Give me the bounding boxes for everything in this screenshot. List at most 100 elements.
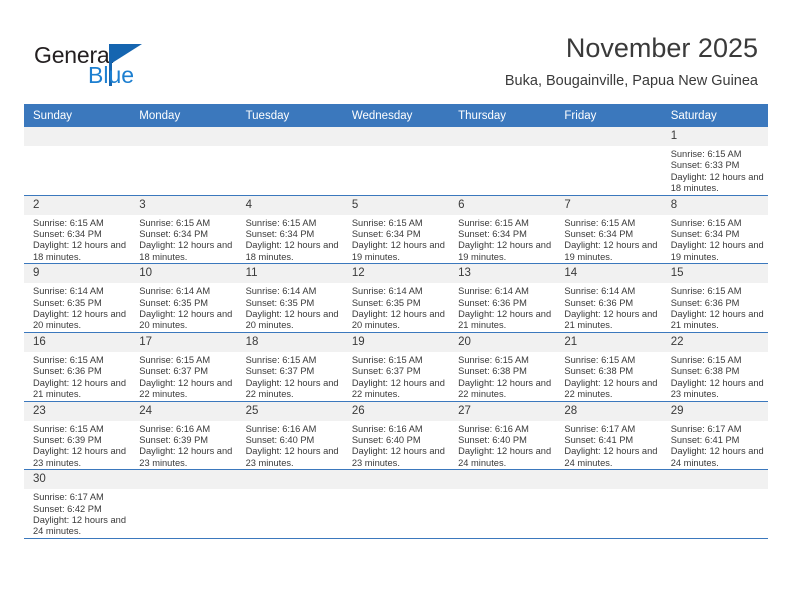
day-number: 30 <box>24 470 131 490</box>
day-details: Sunrise: 6:15 AM Sunset: 6:34 PM Daylight:… <box>662 215 768 264</box>
daylight-text: Daylight: 12 hours and 19 minutes. <box>458 240 552 262</box>
day-number: 19 <box>342 332 450 352</box>
daylight-text: Daylight: 12 hours and 23 minutes. <box>670 377 764 400</box>
daylight-text: Daylight: 12 hours and 20 minutes. <box>139 309 233 331</box>
logo-flag-icon <box>112 44 142 63</box>
calendar-body: 1 Sunrise: 6:15 AM Sunset: 6:33 PM Daylight… <box>24 127 768 539</box>
logo-text-blue: Blue <box>88 62 135 88</box>
calendar-day-cell[interactable]: 15 Sunrise: 6:15 AM Sunset: 6:36 PM Dayligh… <box>661 263 768 333</box>
day-number <box>555 127 662 146</box>
day-details: Sunrise: 6:15 AM Sunset: 6:34 PM Daylight:… <box>24 215 130 264</box>
calendar-day-cell[interactable]: 19 Sunrise: 6:15 AM Sunset: 6:37 PM Dayligh… <box>342 332 450 402</box>
day-cell-inner: 17 Sunrise: 6:15 AM Sunset: 6:37 PM Dayligh… <box>130 332 237 401</box>
calendar-day-cell[interactable]: 27 Sunrise: 6:16 AM Sunset: 6:40 PM Dayligh… <box>449 401 556 471</box>
calendar-day-cell[interactable]: 5 Sunrise: 6:15 AM Sunset: 6:34 PM Daylight… <box>342 195 450 265</box>
day-number: 13 <box>449 264 556 284</box>
day-details: Sunrise: 6:15 AM Sunset: 6:33 PM Daylight:… <box>662 146 768 195</box>
day-cell-inner: 4 Sunrise: 6:15 AM Sunset: 6:34 PM Daylight… <box>236 195 343 264</box>
calendar-day-cell[interactable]: 9 Sunrise: 6:14 AM Sunset: 6:35 PM Daylight… <box>24 263 131 333</box>
calendar-day-cell[interactable]: 11 Sunrise: 6:14 AM Sunset: 6:35 PM Dayligh… <box>236 263 343 333</box>
calendar-day-cell[interactable]: 2 Sunrise: 6:15 AM Sunset: 6:34 PM Daylight… <box>24 195 131 265</box>
calendar-day-cell[interactable]: 22 Sunrise: 6:15 AM Sunset: 6:38 PM Dayligh… <box>661 332 768 402</box>
day-details: Sunrise: 6:15 AM Sunset: 6:37 PM Daylight:… <box>130 352 236 401</box>
day-details: Sunrise: 6:15 AM Sunset: 6:37 PM Daylight:… <box>343 352 449 401</box>
day-number <box>236 127 343 146</box>
sunset-text: Sunset: 6:40 PM <box>245 434 315 445</box>
sunset-text: Sunset: 6:41 PM <box>670 434 740 445</box>
calendar-day-cell[interactable]: 23 Sunrise: 6:15 AM Sunset: 6:39 PM Dayligh… <box>24 401 131 471</box>
day-details: Sunrise: 6:14 AM Sunset: 6:35 PM Daylight:… <box>343 283 449 332</box>
daylight-text: Daylight: 12 hours and 19 minutes. <box>564 240 658 262</box>
day-cell-inner: 3 Sunrise: 6:15 AM Sunset: 6:34 PM Daylight… <box>130 195 237 264</box>
sunset-text: Sunset: 6:37 PM <box>351 366 421 377</box>
daylight-text: Daylight: 12 hours and 18 minutes. <box>670 171 764 194</box>
sunrise-text: Sunrise: 6:16 AM <box>351 423 423 434</box>
day-number: 20 <box>449 332 556 352</box>
daylight-text: Daylight: 12 hours and 18 minutes. <box>139 240 233 262</box>
sunrise-text: Sunrise: 6:15 AM <box>351 354 423 365</box>
calendar-day-cell[interactable]: 17 Sunrise: 6:15 AM Sunset: 6:37 PM Dayligh… <box>130 332 237 402</box>
sunset-text: Sunset: 6:38 PM <box>458 366 527 377</box>
sunset-text: Sunset: 6:40 PM <box>351 434 421 445</box>
title-block: November 2025 Buka, Bougainville, Papua … <box>505 32 758 91</box>
calendar-day-cell-empty <box>342 469 450 539</box>
calendar-day-cell[interactable]: 26 Sunrise: 6:16 AM Sunset: 6:40 PM Dayligh… <box>342 401 450 471</box>
sunrise-text: Sunrise: 6:14 AM <box>245 286 317 297</box>
weekday-header-monday: Monday <box>130 104 237 127</box>
day-cell-inner: 24 Sunrise: 6:16 AM Sunset: 6:39 PM Dayligh… <box>130 401 237 470</box>
calendar-day-cell[interactable]: 13 Sunrise: 6:14 AM Sunset: 6:36 PM Dayligh… <box>449 263 556 333</box>
day-details: Sunrise: 6:16 AM Sunset: 6:40 PM Daylight:… <box>449 421 555 470</box>
day-cell-inner <box>449 127 556 195</box>
day-number: 18 <box>236 332 343 352</box>
day-number: 4 <box>236 195 343 215</box>
calendar-day-cell-empty <box>130 127 237 196</box>
day-cell-inner: 2 Sunrise: 6:15 AM Sunset: 6:34 PM Daylight… <box>24 195 131 264</box>
day-number: 14 <box>555 264 662 284</box>
page-header: General Blue November 2025 Buka, Bougain… <box>0 0 792 100</box>
sunset-text: Sunset: 6:34 PM <box>351 229 421 240</box>
calendar-day-cell[interactable]: 3 Sunrise: 6:15 AM Sunset: 6:34 PM Daylight… <box>130 195 237 265</box>
daylight-text: Daylight: 12 hours and 20 minutes. <box>351 309 445 331</box>
calendar-day-cell[interactable]: 4 Sunrise: 6:15 AM Sunset: 6:34 PM Daylight… <box>236 195 343 265</box>
general-blue-logo[interactable]: General Blue <box>34 42 164 92</box>
day-number: 7 <box>555 195 662 215</box>
daylight-text: Daylight: 12 hours and 21 minutes. <box>670 309 764 331</box>
calendar-day-cell[interactable]: 1 Sunrise: 6:15 AM Sunset: 6:33 PM Daylight… <box>661 127 768 196</box>
day-cell-inner: 15 Sunrise: 6:15 AM Sunset: 6:36 PM Dayligh… <box>661 264 768 332</box>
sunset-text: Sunset: 6:36 PM <box>670 297 740 308</box>
calendar-week-row: 16 Sunrise: 6:15 AM Sunset: 6:36 PM Dayligh… <box>24 332 768 402</box>
calendar-day-cell[interactable]: 6 Sunrise: 6:15 AM Sunset: 6:34 PM Daylight… <box>449 195 556 265</box>
sunset-text: Sunset: 6:35 PM <box>139 297 209 308</box>
daylight-text: Daylight: 12 hours and 19 minutes. <box>670 240 764 262</box>
sunset-text: Sunset: 6:33 PM <box>670 160 740 171</box>
calendar-day-cell[interactable]: 24 Sunrise: 6:16 AM Sunset: 6:39 PM Dayligh… <box>130 401 237 471</box>
calendar-day-cell[interactable]: 18 Sunrise: 6:15 AM Sunset: 6:37 PM Dayligh… <box>236 332 343 402</box>
calendar-day-cell[interactable]: 14 Sunrise: 6:14 AM Sunset: 6:36 PM Dayligh… <box>555 263 662 333</box>
day-number: 23 <box>24 401 131 421</box>
day-number: 2 <box>24 195 131 215</box>
calendar-day-cell[interactable]: 21 Sunrise: 6:15 AM Sunset: 6:38 PM Dayligh… <box>555 332 662 402</box>
daylight-text: Daylight: 12 hours and 23 minutes. <box>33 446 127 468</box>
day-number: 12 <box>342 264 450 284</box>
calendar-day-cell[interactable]: 7 Sunrise: 6:15 AM Sunset: 6:34 PM Daylight… <box>555 195 662 265</box>
daylight-text: Daylight: 12 hours and 23 minutes. <box>139 446 233 468</box>
weekday-header-thursday: Thursday <box>449 104 556 127</box>
calendar-day-cell[interactable]: 8 Sunrise: 6:15 AM Sunset: 6:34 PM Daylight… <box>661 195 768 265</box>
sunrise-text: Sunrise: 6:17 AM <box>33 492 104 503</box>
calendar-day-cell[interactable]: 29 Sunrise: 6:17 AM Sunset: 6:41 PM Dayligh… <box>661 401 768 471</box>
calendar-day-cell[interactable]: 10 Sunrise: 6:14 AM Sunset: 6:35 PM Dayligh… <box>130 263 237 333</box>
calendar-day-cell[interactable]: 20 Sunrise: 6:15 AM Sunset: 6:38 PM Dayligh… <box>449 332 556 402</box>
calendar-day-cell[interactable]: 30 Sunrise: 6:17 AM Sunset: 6:42 PM Dayligh… <box>24 469 131 539</box>
calendar-day-cell[interactable]: 16 Sunrise: 6:15 AM Sunset: 6:36 PM Dayligh… <box>24 332 131 402</box>
day-number: 16 <box>24 332 131 352</box>
sunrise-text: Sunrise: 6:16 AM <box>458 423 529 434</box>
calendar-day-cell[interactable]: 12 Sunrise: 6:14 AM Sunset: 6:35 PM Dayligh… <box>342 263 450 333</box>
sunrise-text: Sunrise: 6:15 AM <box>458 217 529 228</box>
page-title: November 2025 <box>565 33 758 63</box>
sunrise-text: Sunrise: 6:14 AM <box>139 286 211 297</box>
daylight-text: Daylight: 12 hours and 18 minutes. <box>33 240 127 262</box>
calendar-day-cell[interactable]: 28 Sunrise: 6:17 AM Sunset: 6:41 PM Dayligh… <box>555 401 662 471</box>
calendar-day-cell-empty <box>236 127 343 196</box>
calendar-day-cell[interactable]: 25 Sunrise: 6:16 AM Sunset: 6:40 PM Dayligh… <box>236 401 343 471</box>
day-number: 1 <box>661 127 768 146</box>
